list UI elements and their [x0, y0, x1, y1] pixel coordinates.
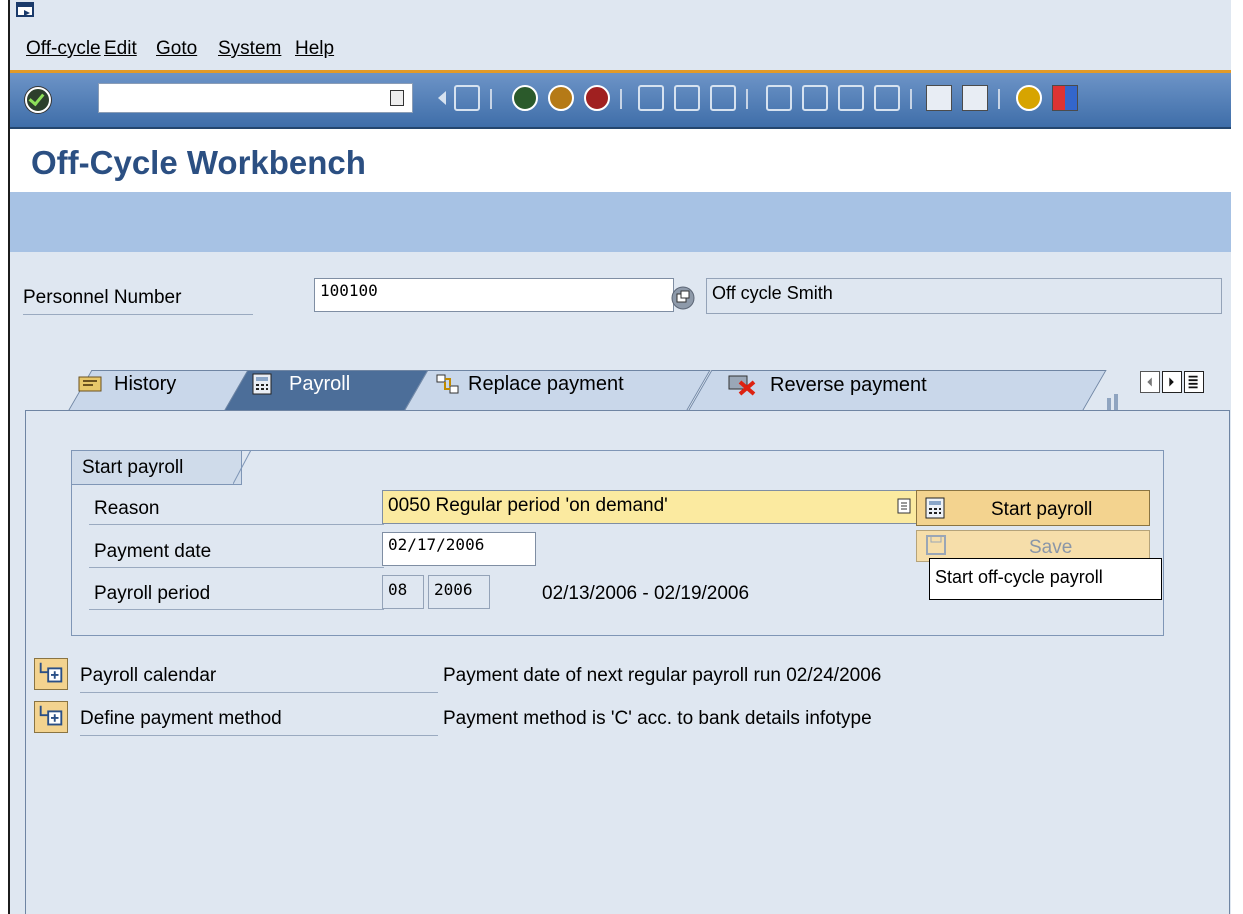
payment-method-info: Payment method is 'C' acc. to bank detai…	[443, 708, 872, 729]
standard-toolbar	[10, 73, 1231, 129]
payment-method-expand-icon[interactable]	[34, 701, 68, 733]
menu-goto[interactable]: Goto	[156, 38, 197, 60]
menu-offcycle[interactable]: Off-cycle	[26, 38, 101, 60]
period-number-field: 08	[382, 575, 424, 609]
reason-dropdown-icon[interactable]	[897, 498, 911, 514]
reason-label: Reason	[94, 498, 160, 519]
period-year-field: 2006	[428, 575, 490, 609]
system-menu-icon[interactable]	[16, 2, 34, 18]
calculator-icon	[252, 373, 272, 395]
application-toolbar	[10, 192, 1231, 252]
sap-window: Off-cycle Edit Goto System Help Off-Cycl…	[8, 0, 1231, 914]
exit-icon[interactable]	[548, 85, 574, 111]
tooltip: Start off-cycle payroll	[929, 558, 1162, 600]
find-icon[interactable]	[674, 85, 700, 111]
next-page-icon[interactable]	[838, 85, 864, 111]
menu-edit[interactable]: Edit	[104, 38, 137, 60]
start-payroll-group-title: Start payroll	[72, 451, 242, 485]
tab-scroll-left-icon[interactable]	[1140, 371, 1160, 393]
reverse-icon	[728, 375, 756, 396]
period-range: 02/13/2006 - 02/19/2006	[542, 583, 750, 604]
start-payroll-button[interactable]: Start payroll	[916, 490, 1150, 526]
first-page-icon[interactable]	[766, 85, 792, 111]
menu-help[interactable]: Help	[295, 38, 334, 60]
last-page-icon[interactable]	[874, 85, 900, 111]
print-icon[interactable]	[638, 85, 664, 111]
tab-history-label: History	[114, 372, 177, 395]
command-field[interactable]	[98, 83, 413, 113]
personnel-number-label: Personnel Number	[23, 287, 182, 308]
command-history-icon[interactable]	[390, 90, 404, 106]
payment-date-label: Payment date	[94, 541, 212, 562]
create-session-icon[interactable]	[926, 85, 952, 111]
menu-system[interactable]: System	[218, 38, 281, 60]
payroll-calendar-info: Payment date of next regular payroll run…	[443, 665, 882, 686]
back-icon[interactable]	[512, 85, 538, 111]
tab-payroll-label: Payroll	[289, 372, 351, 395]
enter-check-icon[interactable]	[25, 87, 51, 113]
menu-bar: Off-cycle Edit Goto System Help	[10, 0, 1231, 73]
define-payment-method-label[interactable]: Define payment method	[80, 708, 282, 730]
cancel-icon[interactable]	[584, 85, 610, 111]
page-title: Off-Cycle Workbench	[31, 144, 366, 181]
tab-reverse-payment-label: Reverse payment	[770, 373, 927, 396]
previous-page-icon[interactable]	[802, 85, 828, 111]
payroll-calendar-expand-icon[interactable]	[34, 658, 68, 690]
save-button-label: Save	[1029, 537, 1073, 558]
shortcut-icon[interactable]	[962, 85, 988, 111]
payroll-period-label: Payroll period	[94, 583, 211, 604]
history-icon	[78, 376, 102, 392]
payment-date-input[interactable]: 02/17/2006	[382, 532, 536, 566]
tab-replace-payment-label: Replace payment	[468, 372, 624, 395]
payroll-calendar-label[interactable]: Payroll calendar	[80, 665, 216, 687]
personnel-number-input[interactable]: 100100	[314, 278, 674, 312]
calculator-icon	[925, 497, 945, 519]
tab-scroll-right-icon[interactable]	[1162, 371, 1182, 393]
save-disk-icon	[926, 535, 946, 555]
back-arrow-small-icon[interactable]	[430, 85, 456, 111]
navigate-icon[interactable]	[671, 286, 695, 310]
reason-value: 0050 Regular period 'on demand'	[388, 495, 668, 516]
save-icon[interactable]	[454, 85, 480, 111]
reason-select[interactable]: 0050 Regular period 'on demand'	[382, 490, 920, 524]
find-next-icon[interactable]	[710, 85, 736, 111]
layout-menu-icon[interactable]	[1052, 85, 1078, 111]
help-icon[interactable]	[1016, 85, 1042, 111]
title-area: Off-Cycle Workbench	[10, 129, 1231, 192]
tab-list-icon[interactable]	[1184, 371, 1204, 393]
start-payroll-button-label: Start payroll	[991, 499, 1093, 520]
replace-icon	[436, 374, 459, 394]
employee-name-field: Off cycle Smith	[706, 278, 1222, 314]
